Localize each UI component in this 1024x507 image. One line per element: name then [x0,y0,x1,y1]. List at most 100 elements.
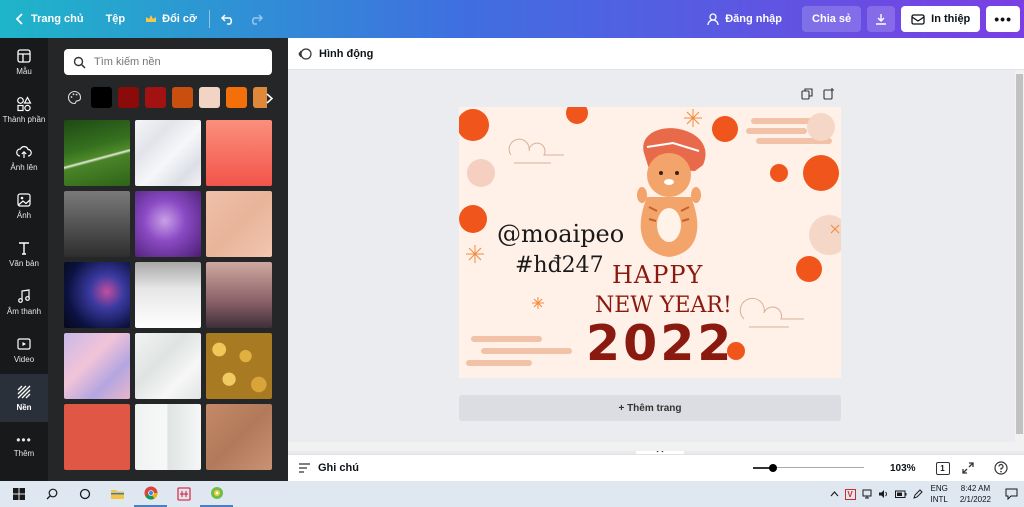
bg-tile-kraft-paper[interactable] [206,404,272,470]
battery-icon[interactable] [894,490,907,499]
clock[interactable]: 8:42 AM 2/1/2022 [960,483,991,505]
pen-icon[interactable] [912,489,923,499]
bg-tile-gold-coins[interactable] [206,333,272,399]
more-icon: ••• [16,433,32,447]
notes-icon [299,463,310,473]
year-text[interactable]: 2022 [586,316,734,372]
start-button[interactable] [2,481,35,507]
pale-flower [807,113,835,141]
language-indicator[interactable]: ENG INTL [931,483,948,505]
hashtag-text[interactable]: #hđ247 [515,253,604,278]
duplicate-page-icon[interactable] [801,88,813,100]
palette-button[interactable] [64,87,85,108]
bg-tile-white-studio[interactable] [135,262,201,328]
rail-item-uploads[interactable]: Ảnh lên [0,134,48,182]
bg-tile-red-solid[interactable] [64,404,130,470]
rail-item-more[interactable]: ••• Thêm [0,422,48,470]
handle-text[interactable]: @moaipeo [497,220,624,248]
login-label: Đăng nhập [725,13,783,25]
share-button[interactable]: Chia sẻ [802,6,862,32]
more-options-button[interactable]: ••• [986,6,1020,32]
notes-button[interactable]: Ghi chú [318,462,359,474]
rail-item-templates[interactable]: Mẫu [0,38,48,86]
color-swatch[interactable] [91,87,112,108]
bg-tile-marble[interactable] [135,120,201,186]
print-card-button[interactable]: In thiệp [901,6,981,32]
color-swatches [64,87,267,108]
search-icon [46,488,57,500]
background-panel [48,38,333,481]
zoom-track [772,467,864,468]
chevron-up-icon[interactable] [830,491,839,497]
bg-tile-white-paper[interactable] [135,404,201,470]
rail-item-background[interactable]: Nền [0,374,48,422]
notifications-icon[interactable] [1005,488,1018,500]
search-input[interactable] [94,56,254,68]
animate-button[interactable]: Hình động [319,48,373,60]
bg-tile-coral-gradient[interactable] [206,120,272,186]
windows-taskbar: V ENG INTL 8:42 AM 2/1/2022 [0,481,1024,507]
add-page-button[interactable]: + Thêm trang [459,395,841,421]
home-button[interactable]: Trang chủ [6,5,92,33]
file-explorer-button[interactable] [101,481,134,507]
page-count-button[interactable]: 1 [935,461,950,475]
app-button-red[interactable] [167,481,200,507]
network-icon[interactable] [862,489,872,499]
swatches-next-button[interactable] [264,88,274,108]
app-button-green[interactable] [200,481,233,507]
envelope-icon [911,14,925,25]
search-box[interactable] [64,49,272,75]
design-page[interactable]: @moaipeo #hđ247 HAPPY NEW YEAR! 2022 [459,107,841,378]
color-swatch[interactable] [172,87,193,108]
volume-icon[interactable] [878,489,889,499]
chrome-button[interactable] [134,481,167,507]
rail-item-photos[interactable]: Ảnh [0,182,48,230]
chrome-icon [144,486,157,500]
top-bar: Trang chủ Tệp Đổi cỡ Đăng nhập Chia sẻ I… [0,0,1024,38]
rail-label: Mẫu [16,67,32,76]
horizontal-scrollbar[interactable] [288,442,1015,451]
zoom-slider[interactable] [752,462,864,474]
rail-label: Nền [16,403,32,412]
rail-item-elements[interactable]: Thành phần [0,86,48,134]
color-swatch[interactable] [145,87,166,108]
animate-icon [298,47,312,60]
zoom-level[interactable]: 103% [890,463,916,474]
happy-text[interactable]: HAPPY [612,261,703,289]
bg-tile-amethyst[interactable] [135,191,201,257]
background-grid [64,120,272,470]
rail-item-audio[interactable]: Âm thanh [0,278,48,326]
scroll-thumb[interactable] [1016,74,1023,434]
clock-date: 2/1/2022 [959,495,991,504]
file-menu[interactable]: Tệp [98,5,134,33]
bg-tile-peach-paper[interactable] [206,191,272,257]
bg-tile-gray-gradient[interactable] [64,191,130,257]
undo-button[interactable] [214,6,242,32]
app-swirl-icon [210,487,223,499]
keyboard-layout: INTL [930,495,948,504]
help-icon[interactable] [993,461,1008,475]
zoom-thumb[interactable] [768,464,777,472]
task-view-button[interactable] [68,481,101,507]
fullscreen-icon[interactable] [961,462,974,474]
bg-tile-pastel-clouds[interactable] [64,333,130,399]
color-swatch[interactable] [226,87,247,108]
taskbar-search-button[interactable] [35,481,68,507]
bg-tile-crumpled-paper[interactable] [135,333,201,399]
color-swatch[interactable] [199,87,220,108]
vertical-scrollbar[interactable] [1015,70,1024,451]
search-icon [73,56,86,69]
redo-button[interactable] [242,6,270,32]
color-swatch[interactable] [118,87,139,108]
antivirus-icon[interactable]: V [844,488,856,500]
bg-tile-dusk-gradient[interactable] [206,262,272,328]
rail-item-text[interactable]: Văn bản [0,230,48,278]
login-button[interactable]: Đăng nhập [697,6,792,32]
bg-tile-grass[interactable] [64,120,130,186]
download-button[interactable] [867,6,896,32]
resize-button[interactable]: Đổi cỡ [137,5,205,33]
chevron-left-icon [15,13,23,25]
rail-item-video[interactable]: Video [0,326,48,374]
bg-tile-galaxy[interactable] [64,262,130,328]
add-page-icon[interactable] [823,88,835,100]
